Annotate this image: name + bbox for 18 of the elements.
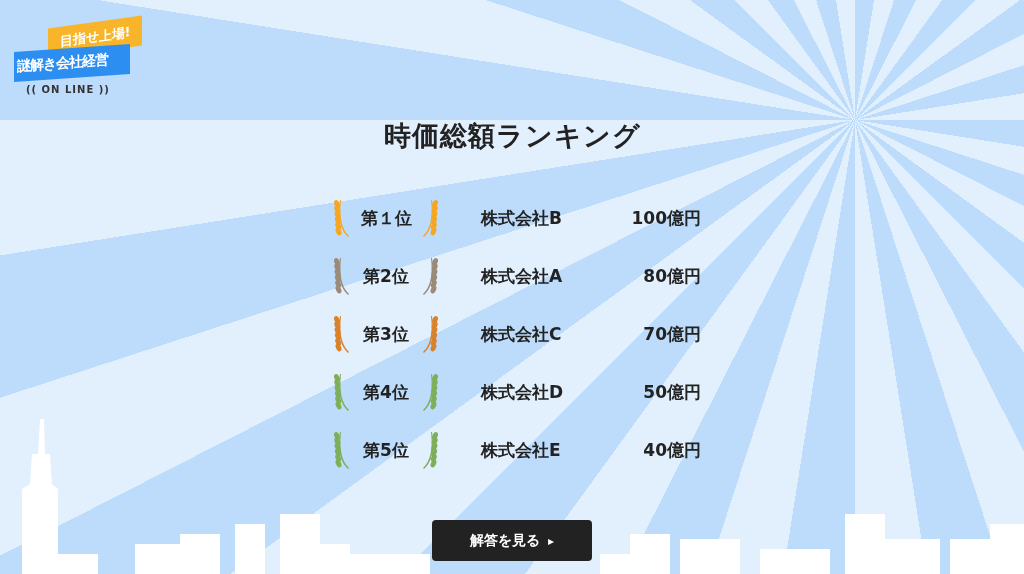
market-cap-value: 70億円 (642, 322, 701, 346)
rank-label: 第5位 (363, 438, 409, 462)
logo-subtitle: (( ON LINE )) (26, 84, 111, 95)
company-name: 株式会社C (481, 322, 563, 346)
rank-label: 第１位 (360, 206, 412, 230)
company-name: 株式会社D (481, 380, 565, 404)
market-cap-value: 50億円 (642, 380, 701, 404)
company-name: 株式会社E (481, 438, 562, 462)
rank-label: 第2位 (363, 264, 409, 288)
rank-label: 第3位 (363, 322, 409, 346)
market-cap-value: 100億円 (630, 206, 701, 230)
ranking-title: 時価総額ランキング (383, 119, 641, 153)
market-cap-value: 40億円 (642, 438, 701, 462)
market-cap-value: 80億円 (642, 264, 701, 288)
show-answer-button[interactable]: 解答を見る ▸ (432, 520, 592, 561)
rank-label: 第4位 (363, 380, 409, 404)
company-name: 株式会社A (481, 264, 564, 288)
company-name: 株式会社B (481, 206, 563, 230)
